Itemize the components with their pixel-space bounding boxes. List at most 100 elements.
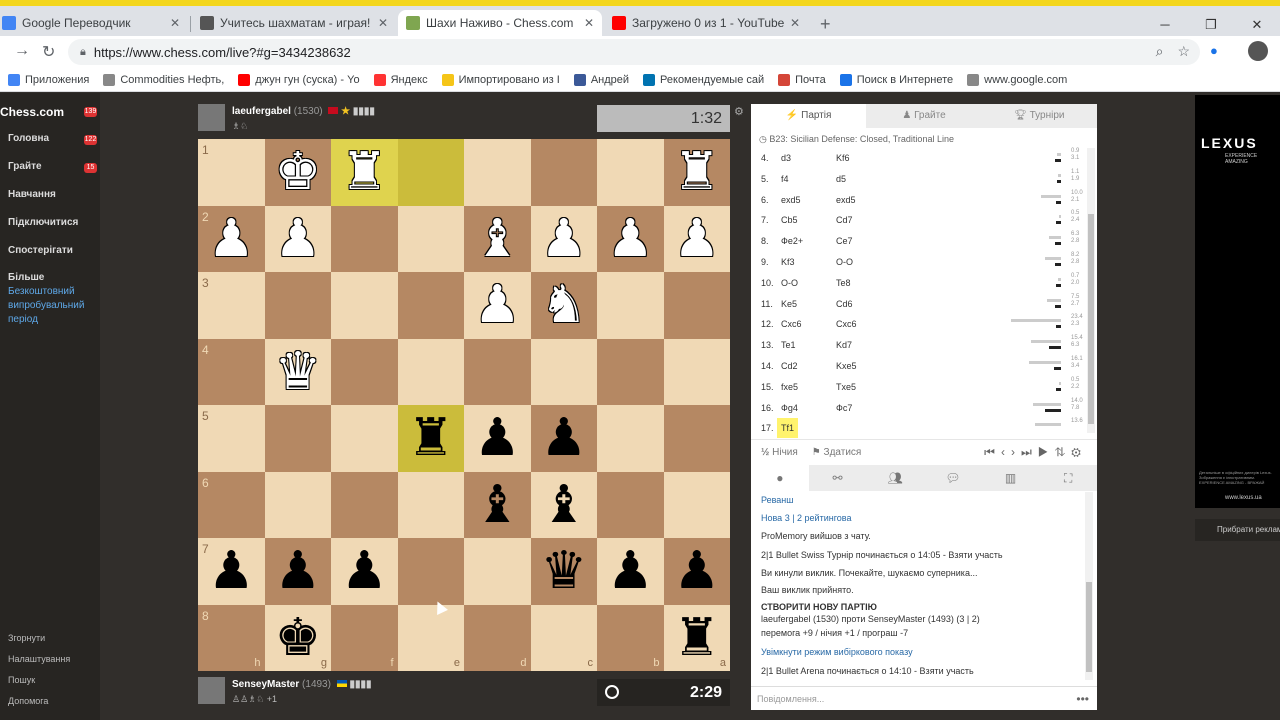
messages-tab-icon[interactable]: 💬︎ bbox=[924, 465, 982, 491]
nav-bottom-item[interactable]: Допомога bbox=[8, 696, 48, 706]
bookmark-item[interactable]: Импортировано из I bbox=[441, 73, 560, 86]
bookmark-item[interactable]: джун гун (суска) - Yo bbox=[238, 73, 360, 86]
black-queen-icon[interactable]: ♛ bbox=[540, 545, 587, 597]
black-move[interactable]: Cd7 bbox=[836, 210, 853, 230]
prev-move-icon[interactable]: ‹ bbox=[1001, 445, 1011, 459]
board-square[interactable]: ♟ bbox=[597, 205, 664, 272]
board-square[interactable]: ♝ bbox=[464, 205, 531, 272]
tab-tournaments[interactable]: 🏆︎ Турніри bbox=[982, 104, 1097, 128]
player-name[interactable]: laeufergabel bbox=[232, 106, 291, 117]
white-king-icon[interactable]: ♚ bbox=[274, 146, 321, 198]
board-square[interactable] bbox=[663, 272, 730, 339]
board-square[interactable]: ♞ bbox=[530, 272, 597, 339]
white-move[interactable]: Kf3 bbox=[781, 252, 795, 272]
bookmark-item[interactable]: Почта bbox=[778, 73, 826, 86]
board-square[interactable]: g ♚ bbox=[264, 604, 331, 671]
close-icon[interactable]: ✕ bbox=[170, 16, 180, 30]
first-move-icon[interactable]: ⏮ bbox=[984, 445, 1001, 459]
board-square[interactable] bbox=[397, 205, 464, 272]
black-pawn-icon[interactable]: ♟ bbox=[540, 412, 587, 464]
board-square[interactable] bbox=[397, 471, 464, 538]
board-square[interactable] bbox=[264, 471, 331, 538]
black-move[interactable]: Ce7 bbox=[836, 231, 853, 251]
black-king-icon[interactable]: ♚ bbox=[274, 612, 321, 664]
nav-item[interactable]: Спостерігати bbox=[8, 245, 73, 256]
draw-button[interactable]: ½ Нічия bbox=[761, 447, 798, 458]
white-move[interactable]: Te1 bbox=[781, 335, 796, 355]
board-square[interactable] bbox=[331, 405, 398, 472]
board-square[interactable]: ♚ bbox=[264, 139, 331, 206]
white-move[interactable]: Tf1 bbox=[777, 418, 799, 439]
board-square[interactable] bbox=[331, 471, 398, 538]
white-move[interactable]: exd5 bbox=[781, 190, 801, 210]
new-tab-icon[interactable]: + bbox=[820, 14, 831, 35]
tab-google-translate[interactable]: Google Переводчик ✕ bbox=[0, 10, 188, 36]
black-bishop-icon[interactable]: ♝ bbox=[540, 479, 587, 531]
white-rook-icon[interactable]: ♜ bbox=[341, 146, 388, 198]
black-pawn-icon[interactable]: ♟ bbox=[673, 545, 720, 597]
board-square[interactable]: ♟ bbox=[530, 405, 597, 472]
black-move[interactable]: Txe5 bbox=[836, 377, 856, 397]
tab-game[interactable]: ⚡ Партія bbox=[751, 104, 867, 128]
bookmark-item[interactable]: Андрей bbox=[573, 73, 629, 86]
remove-ads-button[interactable]: Прибрати реклами bbox=[1195, 519, 1280, 541]
chess-board[interactable]: 1 ♚ ♜ ♜ 2 ♟ ♟ ♝ ♟ ♟ ♟ 3 ♟ ♞ 4 ♛ 5 ♜ ♟ ♟ 6 ♝ ♝ 7 ♟ ♟ ♟ ♛ ♟ ♟ 8 h g ♚ f e d c b a… bbox=[198, 139, 730, 671]
bookmark-item[interactable]: Commodities Нефть, bbox=[103, 73, 224, 86]
black-rook-icon[interactable]: ♜ bbox=[407, 412, 454, 464]
black-move[interactable]: Cd6 bbox=[836, 294, 853, 314]
close-window-icon[interactable]: ✕ bbox=[1234, 12, 1280, 38]
black-move[interactable]: exd5 bbox=[836, 190, 856, 210]
nav-item[interactable]: Головна bbox=[8, 133, 49, 144]
bookmark-item[interactable]: Приложения bbox=[8, 73, 89, 86]
next-move-icon[interactable]: › bbox=[1011, 445, 1021, 459]
extension-icon[interactable]: ● bbox=[1210, 43, 1218, 58]
white-knight-icon[interactable]: ♞ bbox=[540, 279, 587, 331]
move-list[interactable]: 4. d3 Kf6 0.9 3.1 5. f4 d5 1.1 1.9 6. exd5 exd5 10.0 2… bbox=[751, 148, 1091, 439]
gear-icon[interactable]: ⚙ bbox=[734, 105, 744, 118]
board-square[interactable] bbox=[530, 139, 597, 206]
board-square[interactable]: 7 ♟ bbox=[198, 538, 265, 605]
chat-tab-icon[interactable]: ● bbox=[751, 465, 809, 491]
board-square[interactable] bbox=[597, 139, 664, 206]
chat-message[interactable]: Нова 3 | 2 рейтингова bbox=[761, 513, 851, 523]
nav-item[interactable]: Грайте bbox=[8, 161, 42, 172]
board-square[interactable] bbox=[663, 338, 730, 405]
black-pawn-icon[interactable]: ♟ bbox=[474, 412, 521, 464]
white-queen-icon[interactable]: ♛ bbox=[274, 346, 321, 398]
nav-item[interactable]: Навчання bbox=[8, 189, 56, 200]
board-square[interactable]: ♟ bbox=[264, 205, 331, 272]
black-bishop-icon[interactable]: ♝ bbox=[474, 479, 521, 531]
board-square[interactable]: 8h bbox=[198, 604, 265, 671]
bookmark-item[interactable]: www.google.com bbox=[967, 73, 1067, 86]
close-icon[interactable]: ✕ bbox=[378, 16, 388, 30]
white-move[interactable]: O-O bbox=[781, 273, 798, 293]
board-square[interactable] bbox=[597, 405, 664, 472]
tab-lichess[interactable]: Учитесь шахматам - играя! • lich ✕ bbox=[192, 10, 396, 36]
chat-message[interactable]: Реванш bbox=[761, 495, 794, 505]
board-square[interactable] bbox=[397, 139, 464, 206]
black-move[interactable]: Cxc6 bbox=[836, 314, 857, 334]
board-square[interactable]: ♜ bbox=[397, 405, 464, 472]
white-pawn-icon[interactable]: ♟ bbox=[540, 213, 587, 265]
black-move[interactable]: d5 bbox=[836, 169, 846, 189]
board-square[interactable] bbox=[264, 405, 331, 472]
board-square[interactable]: a ♜ bbox=[663, 604, 730, 671]
board-square[interactable]: ♟ bbox=[264, 538, 331, 605]
address-bar[interactable]: 🔒︎ https://www.chess.com/live?#g=3434238… bbox=[68, 39, 1200, 65]
board-square[interactable] bbox=[530, 338, 597, 405]
board-square[interactable] bbox=[464, 139, 531, 206]
board-square[interactable] bbox=[663, 471, 730, 538]
avatar[interactable] bbox=[198, 104, 225, 131]
black-pawn-icon[interactable]: ♟ bbox=[208, 545, 255, 597]
board-square[interactable]: c bbox=[530, 604, 597, 671]
black-pawn-icon[interactable]: ♟ bbox=[607, 545, 654, 597]
white-move[interactable]: fxe5 bbox=[781, 377, 798, 397]
flip-board-icon[interactable]: ⇅ bbox=[1054, 445, 1071, 459]
white-move[interactable]: d3 bbox=[781, 148, 791, 168]
explorer-tab-icon[interactable]: ⛶ bbox=[1039, 465, 1097, 491]
white-bishop-icon[interactable]: ♝ bbox=[474, 213, 521, 265]
chat-message[interactable]: Увімкнути режим вибіркового показу bbox=[761, 647, 913, 657]
black-move[interactable]: Kf6 bbox=[836, 148, 850, 168]
black-pawn-icon[interactable]: ♟ bbox=[341, 545, 388, 597]
last-move-icon[interactable]: ⏭ bbox=[1021, 445, 1038, 459]
